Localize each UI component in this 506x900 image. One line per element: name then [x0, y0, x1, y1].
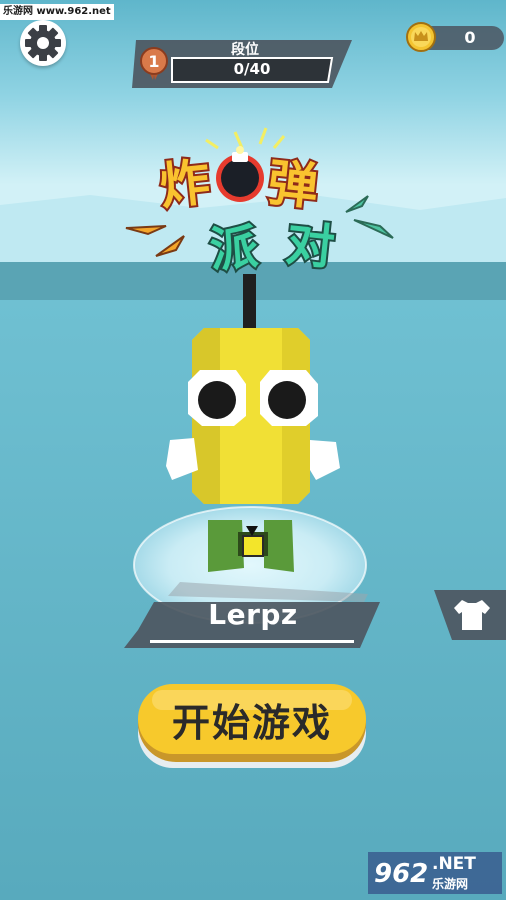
start-game-label: 开始游戏 [171, 701, 332, 745]
title-char: 弹 [265, 154, 321, 217]
player-marker [242, 535, 264, 557]
character-eye-left [188, 370, 246, 426]
character-wheel-right [264, 520, 294, 572]
watermark-suffix: .NET [432, 854, 476, 874]
game-title-logo: 炸 弹 派 对 [125, 127, 394, 280]
settings-button[interactable] [20, 20, 66, 66]
sparkle-line [272, 135, 286, 149]
coin-count: 0 [464, 28, 476, 47]
crown-coin-icon [406, 22, 436, 52]
rank-medal-number: 1 [148, 52, 159, 71]
player-character [166, 274, 340, 572]
gear-icon [25, 25, 61, 61]
character-eye-right [260, 370, 318, 426]
sparkle-line [233, 131, 244, 149]
character-antenna [243, 274, 256, 336]
game-stage: 炸 弹 派 对 乐游网 www.962.net 段位 0/40 1 0 Lerp… [0, 0, 506, 900]
rank-label: 段位 [231, 42, 259, 58]
rank-medal-icon: 1 [140, 47, 168, 80]
rank-progress-text: 0/40 [233, 60, 271, 78]
character-hand-right [310, 440, 340, 480]
watermark-top: 乐游网 www.962.net [0, 4, 114, 20]
title-char: 对 [283, 216, 337, 277]
watermark-digits: 962 [374, 859, 428, 889]
player-name[interactable]: Lerpz [150, 598, 356, 631]
watermark-cn: 乐游网 [432, 877, 469, 891]
bomb-icon [216, 146, 264, 202]
sparkle-line [205, 138, 219, 150]
title-char: 炸 [157, 153, 213, 216]
skin-shop-button[interactable] [434, 590, 506, 640]
sparkle-line [258, 127, 268, 145]
skin-button-shape [434, 590, 506, 640]
